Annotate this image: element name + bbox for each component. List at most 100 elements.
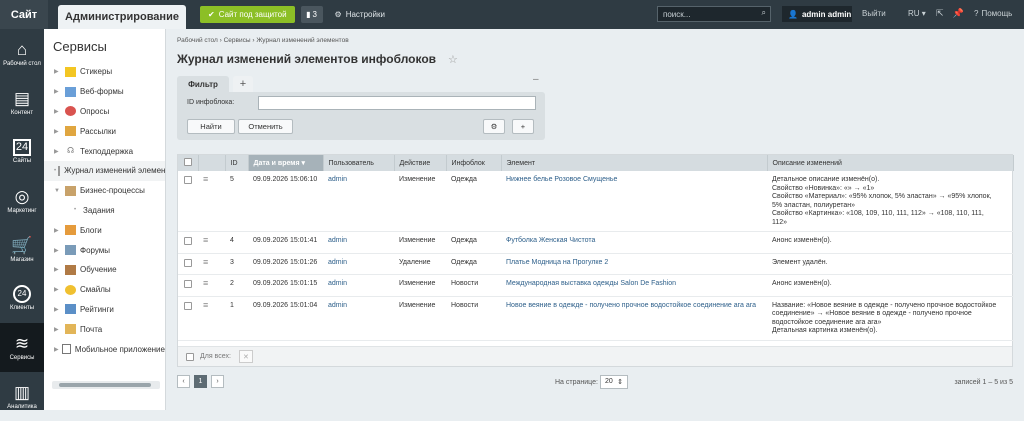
logout-link[interactable]: Выйти xyxy=(862,9,886,18)
row-menu-icon[interactable]: ≡ xyxy=(203,174,208,184)
menu-marketing[interactable]: ◎ Маркетинг xyxy=(0,176,44,225)
menu-analytics[interactable]: ▥ Аналитика xyxy=(0,372,44,421)
search-icon[interactable]: ⌕ xyxy=(762,8,766,18)
expand-arrow-icon[interactable]: ▶ xyxy=(54,128,63,135)
expand-arrow-icon[interactable]: ▶ xyxy=(54,88,63,95)
cell-user[interactable]: admin xyxy=(323,171,394,232)
sidebar-item-mail[interactable]: ▶ Почта xyxy=(44,319,165,339)
column-iblock[interactable]: Инфоблок xyxy=(446,155,502,171)
page-number-current[interactable]: 1 xyxy=(194,375,207,388)
user-menu[interactable]: 👤 admin admin xyxy=(782,6,852,22)
cell-element[interactable]: Международная выставка одежды Salon De F… xyxy=(501,274,767,297)
sidebar-item-mobile[interactable]: ▶ Мобильное приложение xyxy=(44,339,165,359)
column-id[interactable]: ID xyxy=(225,155,249,171)
add-filter-tab-button[interactable]: + xyxy=(233,76,253,92)
cell-user[interactable]: admin xyxy=(323,231,394,254)
column-date[interactable]: Дата и время ▾ xyxy=(248,155,324,171)
menu-sites[interactable]: 24 Сайты xyxy=(0,127,44,176)
row-checkbox[interactable] xyxy=(184,237,192,245)
cell-element[interactable]: Новое веяние в одежде - получено прочное… xyxy=(501,296,767,341)
site-tab[interactable]: Сайт xyxy=(0,0,48,29)
per-page-select[interactable]: 20 ⇕ xyxy=(600,375,628,389)
cell-element[interactable]: Платье Модница на Прогулке 2 xyxy=(501,253,767,275)
row-menu-icon[interactable]: ≡ xyxy=(203,300,208,310)
sidebar-item-ratings[interactable]: ▶ Рейтинги xyxy=(44,300,165,320)
filter-settings-button[interactable]: ⚙ xyxy=(483,119,505,134)
sidebar-item-learning[interactable]: ▶ Обучение xyxy=(44,260,165,280)
row-checkbox[interactable] xyxy=(184,280,192,288)
sidebar-item-forums[interactable]: ▶ Форумы xyxy=(44,240,165,260)
sidebar-item-mailings[interactable]: ▶ Рассылки xyxy=(44,121,165,141)
pin-icon[interactable]: 📌 xyxy=(953,8,964,19)
table-row[interactable]: ≡ 3 09.09.2026 15:01:26 admin Удаление О… xyxy=(178,253,1014,275)
collapse-arrow-icon[interactable]: ▼ xyxy=(54,188,63,194)
scrollbar-thumb[interactable] xyxy=(59,383,151,387)
breadcrumb-item[interactable]: Рабочий стол xyxy=(177,37,218,44)
table-row[interactable]: ≡ 4 09.09.2026 15:01:41 admin Изменение … xyxy=(178,231,1014,254)
expand-arrow-icon[interactable]: ▶ xyxy=(54,68,63,75)
for-all-checkbox[interactable] xyxy=(186,352,194,361)
help-link[interactable]: ? Помощь xyxy=(974,9,1012,18)
table-row[interactable]: ≡ 5 09.09.2026 15:06:10 admin Изменение … xyxy=(178,171,1014,232)
expand-arrow-icon[interactable]: ▶ xyxy=(54,266,63,273)
expand-arrow-icon[interactable]: ▶ xyxy=(54,346,60,353)
menu-clients[interactable]: 24 Клиенты xyxy=(0,274,44,323)
sidebar-item-support[interactable]: ▶ ☊ Техподдержка xyxy=(44,141,165,161)
delete-selected-button[interactable]: ✕ xyxy=(238,350,253,363)
expand-arrow-icon[interactable]: ▶ xyxy=(54,326,63,333)
menu-content[interactable]: ▤ Контент xyxy=(0,78,44,127)
next-page-button[interactable]: › xyxy=(211,375,224,388)
row-menu-icon[interactable]: ≡ xyxy=(203,278,208,288)
sidebar-item-webforms[interactable]: ▶ Веб-формы xyxy=(44,82,165,102)
column-description[interactable]: Описание изменений xyxy=(767,155,1014,171)
column-user[interactable]: Пользователь xyxy=(323,155,395,171)
sidebar-item-bizproc[interactable]: ▼ Бизнес-процессы xyxy=(44,181,165,201)
column-action[interactable]: Действие xyxy=(394,155,447,171)
expand-arrow-icon[interactable]: ▶ xyxy=(54,108,63,115)
select-all-header[interactable] xyxy=(178,155,199,171)
column-element[interactable]: Элемент xyxy=(501,155,768,171)
cell-element[interactable]: Футболка Женская Чистота xyxy=(501,231,767,254)
sidebar-item-polls[interactable]: ▶ Опросы xyxy=(44,102,165,122)
settings-header[interactable] xyxy=(198,155,226,171)
cell-user[interactable]: admin xyxy=(323,253,394,275)
expand-arrow-icon[interactable]: ▶ xyxy=(54,148,63,155)
search-input[interactable]: поиск... ⌕ xyxy=(657,6,771,22)
menu-shop[interactable]: 🛒 Магазин xyxy=(0,225,44,274)
cancel-button[interactable]: Отменить xyxy=(238,119,293,134)
sidebar-item-blogs[interactable]: ▶ Блоги xyxy=(44,220,165,240)
expand-arrow-icon[interactable]: ▶ xyxy=(54,247,63,254)
expand-arrow-icon[interactable]: ▶ xyxy=(54,286,63,293)
prev-page-button[interactable]: ‹ xyxy=(177,375,190,388)
sidebar-item-stickers[interactable]: ▶ Стикеры xyxy=(44,62,165,82)
row-menu-icon[interactable]: ≡ xyxy=(203,235,208,245)
table-row[interactable]: ≡ 1 09.09.2026 15:01:04 admin Изменение … xyxy=(178,296,1014,341)
cell-user[interactable]: admin xyxy=(323,296,394,341)
breadcrumb-item[interactable]: Сервисы xyxy=(224,37,251,44)
row-checkbox[interactable] xyxy=(184,176,192,184)
menu-services[interactable]: ≋ Сервисы xyxy=(0,323,44,372)
row-checkbox[interactable] xyxy=(184,301,192,310)
expand-icon[interactable]: ⇱ xyxy=(936,8,944,19)
filter-collapse-button[interactable]: – xyxy=(533,74,539,85)
sidebar-scrollbar[interactable] xyxy=(52,381,160,389)
expand-arrow-icon[interactable]: ▶ xyxy=(54,227,63,234)
notifications-button[interactable]: ▮ 3 xyxy=(300,6,323,23)
table-row[interactable]: ≡ 2 09.09.2026 15:01:15 admin Изменение … xyxy=(178,274,1014,297)
cell-element[interactable]: Нижнее белье Розовое Смущенье xyxy=(501,171,767,232)
breadcrumb-item[interactable]: Журнал изменений элементов xyxy=(256,37,348,44)
add-filter-field-button[interactable]: + xyxy=(512,119,534,134)
admin-tab[interactable]: Администрирование xyxy=(58,5,186,29)
menu-desktop[interactable]: ⌂ Рабочий стол xyxy=(0,29,44,78)
sidebar-item-changelog[interactable]: • Журнал изменений элементов xyxy=(44,160,165,181)
select-all-checkbox[interactable] xyxy=(184,158,192,166)
sidebar-item-smiles[interactable]: ▶ Смайлы xyxy=(44,280,165,300)
filter-tab[interactable]: Фильтр xyxy=(177,76,229,92)
row-checkbox[interactable] xyxy=(184,258,192,267)
cell-user[interactable]: admin xyxy=(323,274,394,297)
language-select[interactable]: RU ▾ xyxy=(908,9,926,18)
expand-arrow-icon[interactable]: ▶ xyxy=(54,306,63,313)
sidebar-item-tasks[interactable]: • Задания xyxy=(44,201,165,221)
favorite-star-icon[interactable]: ☆ xyxy=(448,53,458,66)
settings-link[interactable]: ⚙ Настройки xyxy=(335,10,385,19)
